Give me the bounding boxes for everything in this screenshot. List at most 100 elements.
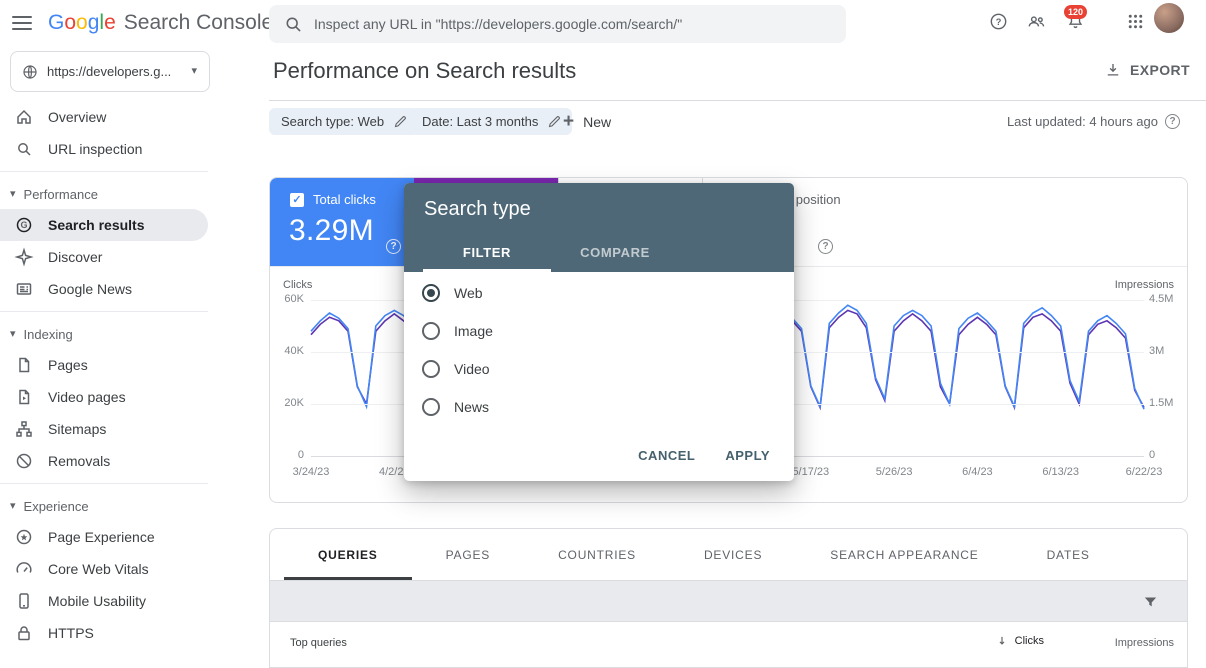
sidebar-item-search-results[interactable]: GSearch results: [0, 209, 208, 241]
tab-filter[interactable]: FILTER: [423, 232, 551, 272]
edit-pencil-icon: [547, 114, 562, 129]
sidebar-item-page-experience[interactable]: Page Experience: [0, 521, 269, 553]
page-title: Performance on Search results: [273, 58, 576, 84]
option-label: Image: [454, 323, 493, 339]
sidebar-item-label: Google News: [48, 281, 132, 297]
url-inspect-search-bar[interactable]: [269, 5, 846, 43]
search-type-chip[interactable]: Search type: Web: [269, 108, 418, 135]
queries-table-card: QUERIESPAGESCOUNTRIESDEVICESSEARCH APPEA…: [269, 528, 1188, 668]
search-type-option-web[interactable]: Web: [404, 274, 794, 312]
search-type-option-news[interactable]: News: [404, 388, 794, 426]
sidebar-item-pages[interactable]: Pages: [0, 349, 269, 381]
filter-funnel-icon[interactable]: [1142, 594, 1159, 611]
column-header-top-queries[interactable]: Top queries: [290, 637, 347, 649]
hamburger-menu-icon[interactable]: [12, 16, 32, 30]
section-label: Performance: [24, 187, 98, 202]
tab-countries[interactable]: COUNTRIES: [524, 529, 670, 580]
new-filter-button[interactable]: + New: [563, 108, 611, 135]
dialog-footer: CANCEL APPLY: [404, 429, 794, 481]
column-header-clicks[interactable]: Clicks: [995, 634, 1044, 648]
column-header-impressions[interactable]: Impressions: [1115, 637, 1174, 649]
help-icon: ?: [988, 11, 1009, 32]
dialog-header: Search type FILTER COMPARE: [404, 183, 794, 272]
removals-icon: [14, 451, 34, 471]
sidebar-section-performance[interactable]: ▾Performance: [0, 179, 269, 209]
cancel-button[interactable]: CANCEL: [638, 448, 695, 463]
chip-label: Search type: Web: [281, 114, 384, 129]
x-axis-tick: 5/26/23: [859, 466, 929, 478]
card-label: Total clicks: [313, 192, 376, 207]
radio-unselected-icon[interactable]: [422, 360, 440, 378]
apply-button[interactable]: APPLY: [725, 448, 770, 463]
export-label: EXPORT: [1130, 62, 1190, 78]
tab-dates[interactable]: DATES: [1013, 529, 1124, 580]
chevron-down-icon: ▾: [191, 66, 197, 77]
people-icon: [1026, 11, 1047, 32]
sidebar-section-experience[interactable]: ▾Experience: [0, 491, 269, 521]
radio-unselected-icon[interactable]: [422, 322, 440, 340]
total-clicks-card[interactable]: ✓ Total clicks 3.29M ?: [270, 178, 414, 266]
tab-devices[interactable]: DEVICES: [670, 529, 796, 580]
x-axis-tick: 6/13/23: [1026, 466, 1096, 478]
dialog-title: Search type: [424, 198, 531, 221]
help-circle-icon[interactable]: ?: [1165, 114, 1180, 129]
tab-queries[interactable]: QUERIES: [284, 529, 412, 580]
account-avatar[interactable]: [1154, 3, 1184, 33]
tab-pages[interactable]: PAGES: [412, 529, 524, 580]
sidebar-section-indexing[interactable]: ▾Indexing: [0, 319, 269, 349]
sidebar-item-sitemaps[interactable]: Sitemaps: [0, 413, 269, 445]
right-axis-tick: 4.5M: [1149, 293, 1187, 305]
tab-compare[interactable]: COMPARE: [551, 232, 679, 272]
radio-unselected-icon[interactable]: [422, 398, 440, 416]
url-inspect-input[interactable]: [314, 16, 832, 32]
logo-letter: e: [104, 11, 116, 34]
sitemaps-icon: [14, 419, 34, 439]
left-axis-tick: 20K: [270, 397, 304, 409]
app-name: Search Console: [124, 11, 273, 34]
radio-selected-icon[interactable]: [422, 284, 440, 302]
sidebar-item-discover[interactable]: Discover: [0, 241, 269, 273]
sidebar-item-url-inspection[interactable]: URL inspection: [0, 133, 269, 165]
sidebar-item-overview[interactable]: Overview: [0, 101, 269, 133]
https-icon: [14, 623, 34, 643]
sidebar-item-removals[interactable]: Removals: [0, 445, 269, 477]
property-selector[interactable]: https://developers.g... ▾: [10, 51, 210, 92]
search-results-icon: G: [14, 215, 34, 235]
right-axis-tick: 1.5M: [1149, 397, 1187, 409]
sidebar-item-label: Video pages: [48, 389, 126, 405]
discover-icon: [14, 247, 34, 267]
sidebar-item-core-web-vitals[interactable]: Core Web Vitals: [0, 553, 269, 585]
home-icon: [14, 107, 34, 127]
sidebar-item-label: Sitemaps: [48, 421, 106, 437]
logo-letter: o: [76, 11, 88, 34]
right-axis-label: Impressions: [1115, 279, 1174, 291]
sidebar-item-label: HTTPS: [48, 625, 94, 641]
help-button[interactable]: ?: [983, 6, 1013, 36]
logo-letter: G: [48, 11, 64, 34]
sidebar-item-mobile-usability[interactable]: Mobile Usability: [0, 585, 269, 617]
search-type-option-image[interactable]: Image: [404, 312, 794, 350]
user-settings-button[interactable]: [1021, 6, 1051, 36]
google-apps-button[interactable]: [1120, 6, 1150, 36]
section-label: Experience: [24, 499, 89, 514]
svg-text:?: ?: [995, 17, 1001, 27]
sidebar-item-label: Discover: [48, 249, 102, 265]
export-button[interactable]: EXPORT: [1104, 56, 1190, 84]
sidebar-item-label: Pages: [48, 357, 88, 373]
sidebar-item-https[interactable]: HTTPS: [0, 617, 269, 649]
option-label: Video: [454, 361, 490, 377]
svg-text:G: G: [20, 220, 27, 230]
help-circle-icon[interactable]: ?: [818, 239, 833, 254]
app-logo[interactable]: GoogleSearch Console: [48, 10, 273, 36]
mobile-usability-icon: [14, 591, 34, 611]
clicks-column-label: Clicks: [1015, 635, 1044, 647]
right-axis-tick: 3M: [1149, 345, 1187, 357]
tab-search-appearance[interactable]: SEARCH APPEARANCE: [796, 529, 1012, 580]
help-circle-icon[interactable]: ?: [386, 239, 401, 254]
sidebar-item-video-pages[interactable]: Video pages: [0, 381, 269, 413]
search-type-option-video[interactable]: Video: [404, 350, 794, 388]
sidebar-item-label: Removals: [48, 453, 110, 469]
sidebar-item-google-news[interactable]: Google News: [0, 273, 269, 305]
checkbox-checked-icon[interactable]: ✓: [290, 193, 304, 207]
date-range-chip[interactable]: Date: Last 3 months: [410, 108, 572, 135]
